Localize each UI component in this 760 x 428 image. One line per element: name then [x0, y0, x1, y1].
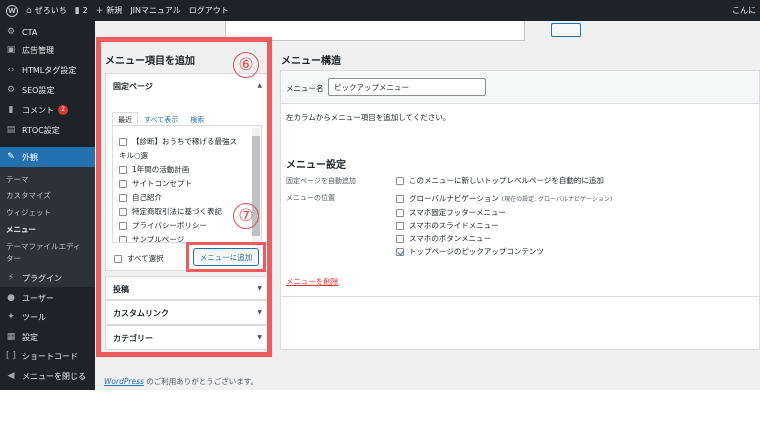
- location-option-footer[interactable]: スマホ固定フッターメニュー: [396, 207, 506, 218]
- comment-icon: ▮: [74, 5, 80, 16]
- brush-icon: ✎: [7, 152, 15, 162]
- submenu-item-themes[interactable]: テーマ: [6, 174, 29, 185]
- submenu-item-customize[interactable]: カスタマイズ: [6, 190, 51, 201]
- wp-admin-screen: W ⌂ ぜろいち ▮ 2 + 新規 JINマニュアル ログアウト こんに ⚙ CTA ▣…: [0, 0, 760, 428]
- submenu-item-widgets[interactable]: ウィジェット: [6, 207, 51, 218]
- location-checkbox[interactable]: [396, 194, 404, 203]
- sidebar-item-settings[interactable]: ▦ 設定: [0, 328, 95, 346]
- auto-add-label: 固定ページを自動追加: [286, 177, 356, 185]
- settings-icon: ▦: [6, 332, 16, 342]
- location-option-pickup[interactable]: トップページのピックアップコンテンツ: [396, 246, 544, 257]
- sidebar-item-tools[interactable]: ✦ ツール: [0, 308, 95, 326]
- bracket-icon: [ ]: [6, 351, 16, 361]
- location-option-slide[interactable]: スマホのスライドメニュー: [396, 220, 499, 231]
- location-option-global-nav[interactable]: グローバルナビゲーション (現在の設定: グローバルナビゲーション): [396, 193, 612, 204]
- location-checkbox[interactable]: [396, 234, 404, 243]
- home-icon: ⌂: [26, 5, 32, 16]
- step-highlight-box: [96, 37, 272, 357]
- admin-sidebar: ⚙ CTA ▣ 広告管理 ‹› HTMLタグ設定 ⚙ SEO設定 ▮ コメント 2 ▤ RTO…: [0, 21, 95, 390]
- location-checkbox[interactable]: [396, 221, 404, 230]
- plus-icon: +: [95, 5, 104, 16]
- auto-add-option[interactable]: このメニューに新しいトップレベルページを自動的に追加: [396, 175, 604, 186]
- sidebar-item-comments[interactable]: ▮ コメント 2: [0, 101, 95, 119]
- admin-bar: W ⌂ ぜろいち ▮ 2 + 新規 JINマニュアル ログアウト こんに: [0, 0, 760, 21]
- menu-location-label: メニューの位置: [286, 194, 335, 202]
- location-checkbox-checked[interactable]: [396, 247, 404, 256]
- wordpress-logo-icon[interactable]: W: [6, 4, 18, 17]
- sidebar-item-cta[interactable]: ⚙ CTA: [0, 23, 95, 41]
- menu-structure-title: メニュー構造: [281, 56, 341, 67]
- menu-name-input[interactable]: ピックアップメニュー: [328, 78, 486, 96]
- gear-icon: ⚙: [6, 85, 16, 95]
- ad-icon: ▣: [6, 45, 16, 55]
- sidebar-item-shortcodes[interactable]: [ ] ショートコード: [0, 347, 95, 365]
- wrench-icon: ✦: [7, 312, 15, 322]
- sidebar-item-ads[interactable]: ▣ 広告管理: [0, 41, 95, 59]
- auto-add-checkbox[interactable]: [396, 176, 404, 185]
- step-6-marker: ⑥: [233, 52, 259, 78]
- sidebar-item-appearance[interactable]: ✎ 外観: [0, 147, 95, 167]
- admin-footer: WordPress のご利用ありがとうございます。: [104, 377, 259, 386]
- comment-icon: ▮: [8, 105, 14, 115]
- new-content-link[interactable]: + 新規: [96, 5, 123, 16]
- gear-icon: ⚙: [6, 27, 16, 37]
- sidebar-item-html-tags[interactable]: ‹› HTMLタグ設定: [0, 61, 95, 79]
- select-menu-button[interactable]: [551, 23, 581, 37]
- menu-name-label: メニュー名: [286, 84, 324, 93]
- plugin-icon: ⚡: [7, 273, 15, 283]
- sidebar-item-rtoc[interactable]: ▤ RTOC設定: [0, 121, 95, 139]
- sidebar-item-seo[interactable]: ⚙ SEO設定: [0, 81, 95, 99]
- comments-link[interactable]: ▮ 2: [75, 6, 88, 16]
- submenu-item-menus[interactable]: メニュー: [6, 224, 36, 235]
- sidebar-item-plugins[interactable]: ⚡ プラグイン: [0, 269, 95, 287]
- sidebar-item-collapse[interactable]: ◀ メニューを閉じる: [0, 367, 95, 385]
- submenu-item-theme-editor[interactable]: テーマファイルエディ: [6, 241, 80, 252]
- wordpress-link[interactable]: WordPress: [104, 377, 144, 386]
- location-checkbox[interactable]: [396, 208, 404, 217]
- grid-icon: ▤: [6, 125, 16, 135]
- divider: [281, 296, 759, 297]
- delete-menu-link[interactable]: メニューを削除: [286, 276, 339, 287]
- location-option-button[interactable]: スマホのボタンメニュー: [396, 233, 491, 244]
- code-icon: ‹›: [7, 65, 15, 75]
- collapse-icon: ◀: [7, 371, 15, 381]
- submenu-item-theme-editor-cont[interactable]: ター: [6, 253, 21, 264]
- comment-count-badge: 2: [58, 105, 68, 115]
- manual-link[interactable]: JINマニュアル: [130, 5, 180, 16]
- account-greeting[interactable]: こんに: [732, 5, 756, 16]
- site-name-link[interactable]: ⌂ ぜろいち: [26, 5, 67, 16]
- user-icon: ●: [7, 293, 15, 303]
- sidebar-item-users[interactable]: ● ユーザー: [0, 289, 95, 307]
- menu-empty-hint: 左カラムからメニュー項目を追加してください。: [286, 113, 451, 122]
- menu-settings-title: メニュー設定: [286, 160, 346, 171]
- logout-link[interactable]: ログアウト: [189, 5, 229, 16]
- step-7-marker: ⑦: [233, 203, 259, 229]
